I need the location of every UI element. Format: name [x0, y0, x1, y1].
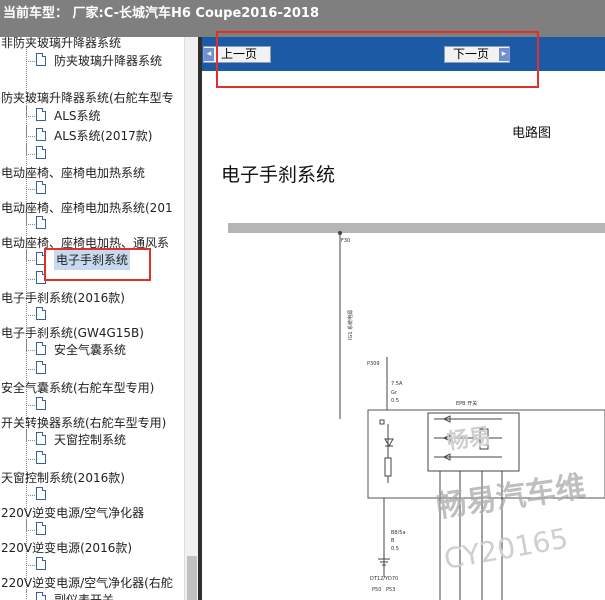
document-icon	[36, 128, 46, 141]
document-pane: ◂ 上一页 下一页 ▸ 电路图 电子手刹系统 F30 IG1 系统电源 P309…	[202, 37, 605, 600]
circuit-diagram: F30 IG1 系统电源 P309 7.5A Gr 0.5 EPB 开关 B8/…	[228, 223, 605, 600]
tree-leaf-label: 防夹玻璃升降器系统	[54, 54, 163, 68]
scrollbar-thumb[interactable]	[187, 556, 197, 600]
tree-leaf-label: ALS系统	[54, 109, 101, 123]
system-tree: 非防夹玻璃升降器系统 防夹玻璃升降器系统 防夹玻璃升降器系统(右舵车型专 ALS…	[0, 37, 184, 600]
document-icon	[36, 146, 46, 159]
document-icon	[36, 181, 46, 194]
ground-point: DT12/YD70	[370, 576, 398, 582]
vehicle-model-title: 当前车型： 厂家:C-长城汽车H6 Coupe2016-2018	[3, 6, 320, 21]
document-icon	[36, 557, 46, 570]
document-icon	[36, 216, 46, 229]
tree-leaf-label: 天窗控制系统	[54, 433, 127, 447]
wire-size: 0.5	[391, 398, 399, 404]
tree-category[interactable]: 220V逆变电源/空气净化器	[1, 503, 144, 523]
ground-wire: B	[391, 538, 395, 544]
tree-category-label: 安全气囊系统(右舵车型专用)	[1, 381, 155, 395]
wire-color: Gr	[391, 390, 398, 396]
power-bus	[228, 223, 605, 233]
document-title: 电子手刹系统	[221, 164, 336, 186]
document-icon	[36, 451, 46, 464]
document-icon	[36, 307, 46, 320]
vertical-label: IG1 系统电源	[347, 310, 354, 340]
bottom-right-label: P53	[386, 587, 395, 593]
document-icon	[36, 522, 46, 535]
tree-category-label: 220V逆变电源/空气净化器(右舵	[1, 576, 173, 590]
tree-category[interactable]: 安全气囊系统(右舵车型专用)	[1, 378, 154, 398]
arrow-left-icon: ◂	[204, 48, 214, 61]
sidebar-tree-panel: 非防夹玻璃升降器系统 防夹玻璃升降器系统 防夹玻璃升降器系统(右舵车型专 ALS…	[0, 37, 198, 600]
tree-category-label: 电子手刹系统(2016款)	[1, 291, 125, 305]
watermark-text: 畅易汽车维	[434, 469, 587, 525]
tree-leaf-label: 安全气囊系统	[54, 343, 127, 357]
fuse-label: F30	[341, 238, 350, 244]
tree-category-label: 天窗控制系统(2016款)	[1, 471, 125, 485]
bottom-left-label: P50	[372, 587, 381, 593]
document-icon	[36, 361, 46, 374]
ground-size: 0.5	[391, 546, 399, 552]
annotation-box-selection	[44, 248, 151, 281]
tree-category[interactable]: 220V逆变电源(2016款)	[1, 538, 132, 558]
document-icon	[36, 432, 46, 445]
annotation-box-nav	[216, 31, 539, 88]
tree-category[interactable]: 电子手刹系统(2016款)	[1, 288, 125, 308]
document-icon	[36, 108, 46, 121]
watermark-small: 畅易	[445, 424, 492, 455]
tree-category[interactable]: 电动座椅、座椅电加热系统	[1, 163, 145, 183]
tree-category-label: 非防夹玻璃升降器系统	[1, 37, 122, 50]
tree-category-label: 220V逆变电源/空气净化器	[1, 506, 145, 520]
tree-category-label: 电动座椅、座椅电加热系统(201	[1, 201, 173, 215]
tree-leaf-label: ALS系统(2017款)	[54, 129, 153, 143]
document-icon	[36, 397, 46, 410]
fuse-rating: 7.5A	[391, 381, 403, 387]
document-icon	[36, 342, 46, 355]
tree-category[interactable]: 天窗控制系统(2016款)	[1, 468, 125, 488]
sidebar-scrollbar[interactable]	[184, 37, 198, 600]
tree-category-label: 电子手刹系统(GW4G15B)	[1, 326, 144, 340]
module-label: EPB 开关	[456, 400, 477, 407]
watermark-code: CY20165	[441, 522, 570, 576]
document-icon	[36, 487, 46, 500]
ground-color: B8/5a	[391, 530, 406, 536]
section-label: 电路图	[512, 126, 552, 141]
document-icon	[36, 592, 46, 600]
tree-leaf-label: 副仪表开关	[54, 593, 115, 600]
tree-category-label: 220V逆变电源(2016款)	[1, 541, 133, 555]
document-icon	[36, 53, 46, 66]
tree-category-label: 电动座椅、座椅电加热系统	[1, 166, 146, 180]
tree-category-label: 开关转换器系统(右舵车型专用)	[1, 416, 167, 430]
connector-label: P309	[367, 361, 380, 367]
tree-category-label: 防夹玻璃升降器系统(右舵车型专	[1, 91, 174, 105]
tree-category[interactable]: 防夹玻璃升降器系统(右舵车型专	[1, 88, 174, 108]
